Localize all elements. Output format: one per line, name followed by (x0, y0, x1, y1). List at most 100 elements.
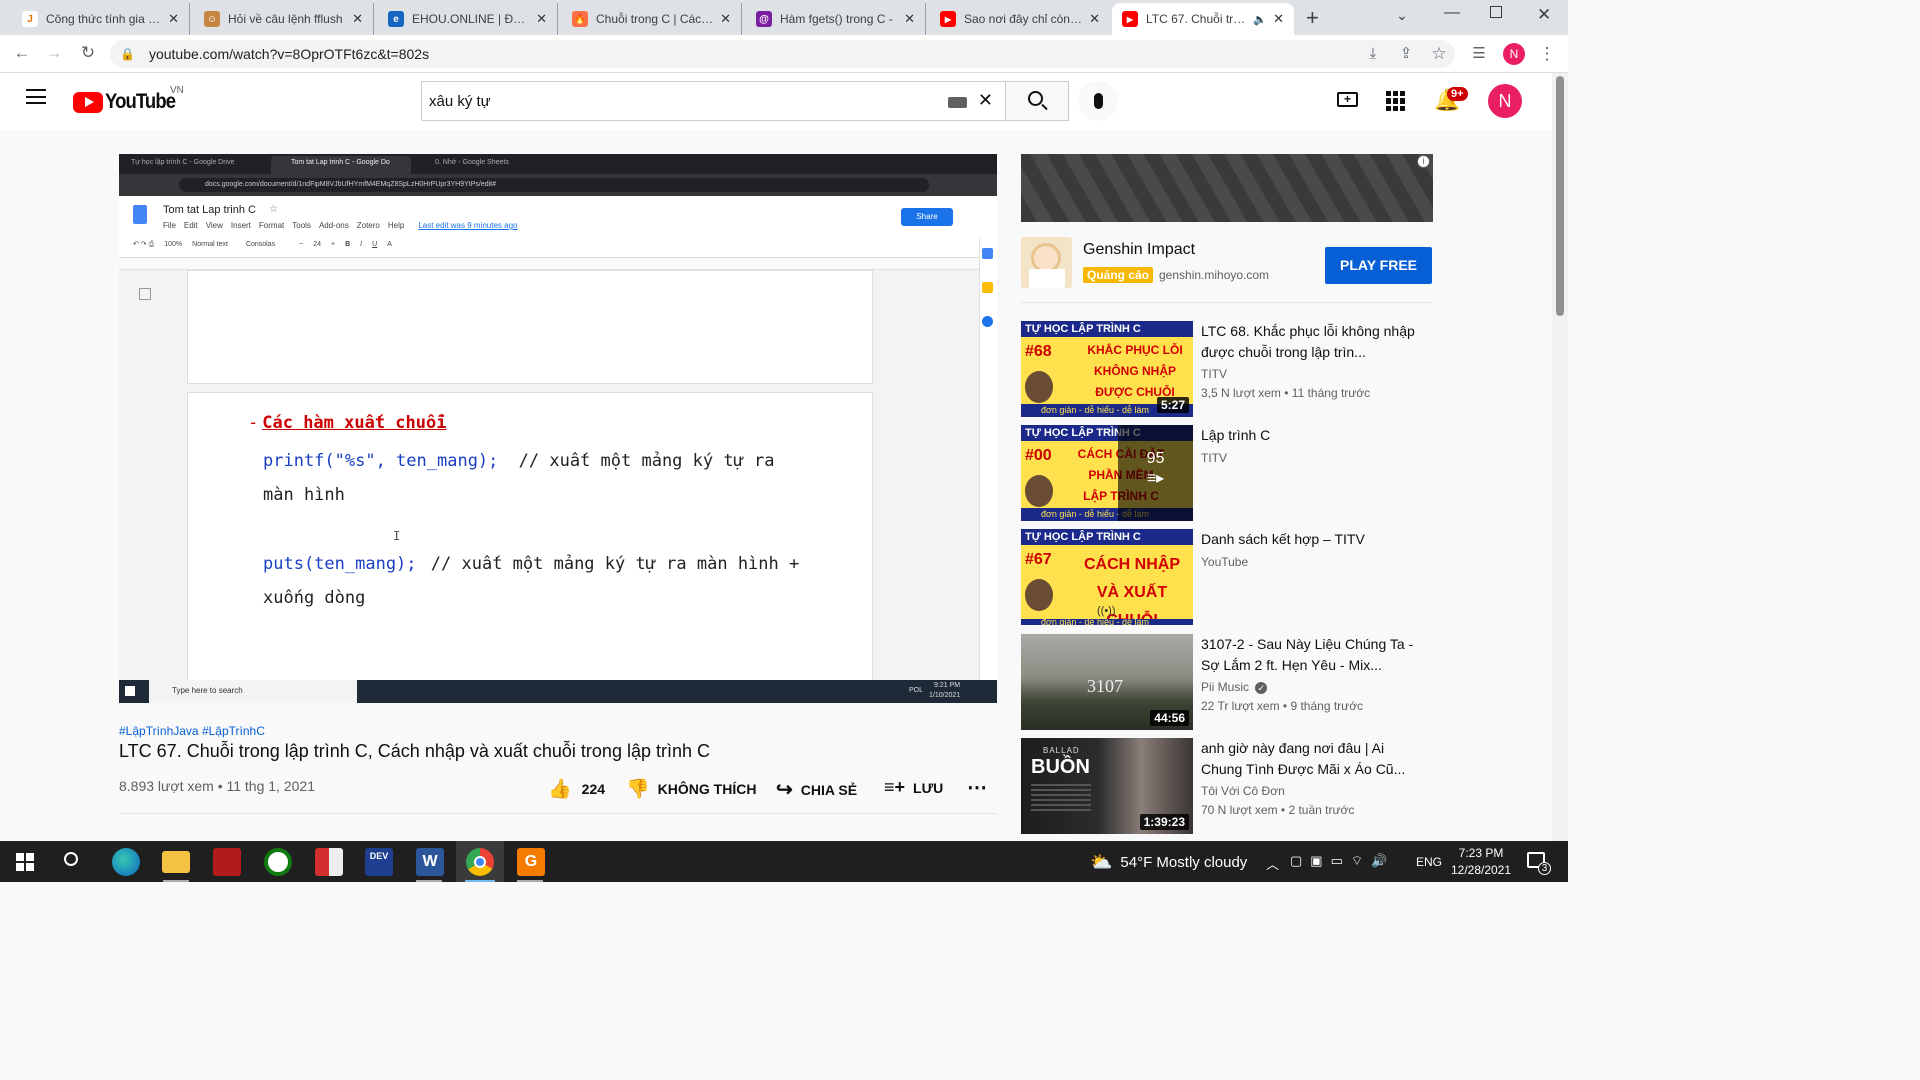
video-player[interactable]: Tự học lập trình C - Google Drive Tom ta… (119, 154, 997, 703)
video-title[interactable]: anh giờ này đang nơi đâu | Ai Chung Tình… (1201, 738, 1416, 780)
video-thumbnail[interactable]: 3107 44:56 (1021, 634, 1193, 730)
clear-search-icon[interactable]: ✕ (978, 90, 993, 111)
youtube-logo[interactable]: YouTube VN (73, 85, 185, 114)
close-tab-icon[interactable]: ✕ (720, 11, 731, 27)
doc-code-line-2: puts(ten_mang); // xuất một mảng ký tự r… (263, 554, 800, 574)
recommended-video[interactable]: 3107 44:56 3107-2 - Sau Này Liệu Chúng T… (1021, 634, 1433, 730)
tray-chevron-icon[interactable]: ︿ (1266, 854, 1279, 873)
recommended-video[interactable]: BALLAD BUỒN 1:39:23 anh giờ này đang nơi… (1021, 738, 1433, 834)
dev-cpp-icon[interactable]: DEV (365, 848, 393, 876)
channel-name[interactable]: Pii Music ✓ (1201, 680, 1268, 694)
new-tab-button[interactable]: + (1306, 5, 1319, 31)
taskbar-clock[interactable]: 7:23 PM 12/28/2021 (1448, 845, 1514, 879)
dislike-button[interactable]: 👎 KHÔNG THÍCH (626, 777, 756, 801)
search-input[interactable]: xâu ký tự ✕ (421, 81, 1006, 121)
taskbar-search-icon[interactable] (64, 852, 78, 866)
app-orange-icon[interactable]: G (517, 848, 545, 876)
mix-title[interactable]: Danh sách kết hợp – TITV (1201, 529, 1416, 550)
search-button[interactable] (1005, 81, 1069, 121)
close-tab-icon[interactable]: ✕ (1089, 11, 1100, 27)
browser-tab[interactable]: ▶ Sao nơi đây chỉ còn mình ✕ (930, 3, 1110, 35)
browser-tab[interactable]: J Công thức tính gia tốc ✕ (12, 3, 190, 35)
browser-tab[interactable]: 🔥 Chuỗi trong C | Cách nhập ✕ (562, 3, 742, 35)
close-window-button[interactable]: ✕ (1537, 5, 1551, 25)
video-title[interactable]: 3107-2 - Sau Này Liệu Chúng Ta - Sợ Lắm … (1201, 634, 1416, 676)
more-actions-icon[interactable]: ⋯ (967, 775, 987, 800)
docs-icon (133, 205, 147, 224)
close-tab-icon[interactable]: ✕ (536, 11, 547, 27)
recommended-playlist[interactable]: TỰ HỌC LẬP TRÌNH C #00 CÁCH CÀI ĐẶTPHẦN … (1021, 425, 1433, 521)
minimize-button[interactable]: — (1444, 4, 1460, 22)
channel-name[interactable]: TITV (1201, 367, 1227, 381)
file-explorer-icon[interactable] (162, 851, 190, 873)
browser-tab[interactable]: ☺ Hỏi về câu lệnh fflush ✕ (194, 3, 374, 35)
video-thumbnail[interactable]: BALLAD BUỒN 1:39:23 (1021, 738, 1193, 834)
install-icon[interactable]: ⤓ (1361, 42, 1385, 66)
thumb-text: KHẮC PHỤC LỖI KHÔNG NHẬP ĐƯỢC CHUỖI (1087, 343, 1183, 399)
video-view-count: 8.893 lượt xem • 11 thg 1, 2021 (119, 778, 315, 794)
ad-info-icon[interactable]: i (1417, 155, 1430, 168)
chrome-icon[interactable] (466, 848, 494, 876)
video-thumbnail[interactable]: TỰ HỌC LẬP TRÌNH C #67 CÁCH NHẬP VÀ XUẤT … (1021, 529, 1193, 625)
thumb-text: 3107 (1087, 676, 1123, 696)
channel-name[interactable]: YouTube (1201, 555, 1248, 569)
browser-menu-icon[interactable]: ⋮ (1535, 42, 1559, 66)
tab-title: LTC 67. Chuỗi trong (1146, 12, 1248, 26)
back-icon[interactable]: ← (10, 41, 34, 65)
close-tab-icon[interactable]: ✕ (904, 11, 915, 27)
weather-widget[interactable]: ⛅ 54°F Mostly cloudy (1090, 852, 1247, 873)
share-button[interactable]: ↪ CHIA SẺ (776, 777, 857, 802)
account-avatar[interactable]: N (1488, 84, 1522, 118)
ad-banner-image[interactable] (1021, 154, 1433, 222)
recommended-mix[interactable]: TỰ HỌC LẬP TRÌNH C #67 CÁCH NHẬP VÀ XUẤT … (1021, 529, 1433, 625)
apps-grid-icon[interactable] (1386, 91, 1406, 111)
maximize-button[interactable] (1490, 6, 1502, 18)
browser-tab[interactable]: e EHOU.ONLINE | Đáp án ✕ (378, 3, 558, 35)
youtube-favicon-icon: ▶ (940, 11, 956, 27)
share-icon[interactable]: ⇪ (1394, 42, 1418, 66)
browser-tab[interactable]: @ Hàm fgets() trong C - ✕ (746, 3, 926, 35)
video-thumbnail[interactable]: TỰ HỌC LẬP TRÌNH C #68 KHẮC PHỤC LỖI KHÔN… (1021, 321, 1193, 417)
video-title: LTC 67. Chuỗi trong lập trình C, Cách nh… (119, 741, 710, 761)
channel-name[interactable]: Tôi Với Cô Đơn (1201, 784, 1285, 798)
speaker-icon[interactable]: 🔈 (1253, 13, 1267, 26)
ad-title[interactable]: Genshin Impact (1083, 241, 1195, 259)
input-language[interactable]: ENG (1416, 855, 1442, 869)
tray-icons[interactable]: ▢▣▭⌔🔊 (1290, 853, 1395, 869)
playlist-title[interactable]: Lập trình C (1201, 425, 1416, 446)
browser-tab-active[interactable]: ▶ LTC 67. Chuỗi trong 🔈 ✕ (1112, 3, 1294, 35)
paint-app-icon[interactable] (315, 848, 343, 876)
video-hashtags[interactable]: #LậpTrìnhJava #LậpTrìnhC (119, 724, 265, 738)
xbox-icon[interactable] (264, 848, 292, 876)
ad-cta-button[interactable]: PLAY FREE (1325, 247, 1432, 284)
forward-icon[interactable]: → (42, 41, 66, 65)
video-title[interactable]: LTC 68. Khắc phục lỗi không nhập được ch… (1201, 321, 1416, 363)
like-button[interactable]: 👍 224 (548, 777, 605, 801)
recommended-video[interactable]: TỰ HỌC LẬP TRÌNH C #68 KHẮC PHỤC LỖI KHÔN… (1021, 321, 1433, 417)
edge-icon[interactable] (112, 848, 140, 876)
reading-list-icon[interactable]: ☰ (1467, 42, 1491, 66)
create-video-icon[interactable]: + (1337, 92, 1358, 107)
close-tab-icon[interactable]: ✕ (352, 11, 363, 27)
tab-search-icon[interactable]: ⌄ (1396, 7, 1408, 24)
close-tab-icon[interactable]: ✕ (168, 11, 179, 27)
app-red-icon[interactable] (213, 848, 241, 876)
profile-avatar[interactable]: N (1503, 43, 1525, 65)
reload-icon[interactable]: ↻ (76, 41, 100, 65)
windows-start-icon[interactable] (16, 853, 34, 871)
keyboard-icon[interactable] (948, 97, 967, 108)
close-tab-icon[interactable]: ✕ (1273, 11, 1284, 27)
channel-name[interactable]: TITV (1201, 451, 1227, 465)
scrollbar-thumb[interactable] (1556, 76, 1564, 316)
bookmark-star-icon[interactable]: ☆ (1427, 42, 1451, 66)
hamburger-menu-icon[interactable] (26, 89, 46, 104)
address-bar[interactable]: 🔒 youtube.com/watch?v=8OprOTFt6zc&t=802s (110, 40, 1455, 68)
voice-search-icon[interactable] (1078, 81, 1118, 121)
page-scrollbar[interactable] (1552, 73, 1568, 841)
video-thumbnail[interactable]: TỰ HỌC LẬP TRÌNH C #00 CÁCH CÀI ĐẶTPHẦN … (1021, 425, 1193, 521)
ad-logo[interactable] (1021, 237, 1072, 288)
dislike-label: KHÔNG THÍCH (657, 781, 757, 797)
save-button[interactable]: ≡+ LƯU (884, 777, 943, 798)
word-icon[interactable]: W (416, 848, 444, 876)
thumb-down-icon: 👎 (626, 779, 650, 800)
